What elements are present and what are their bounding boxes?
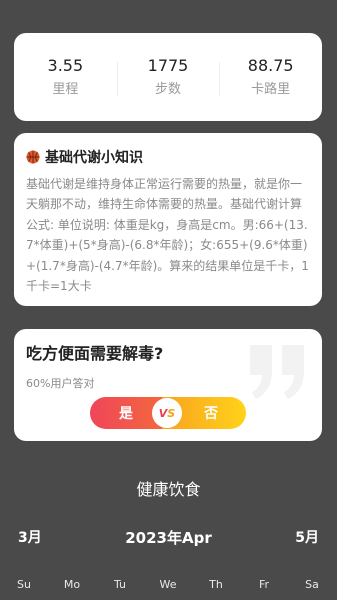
stat-steps: 1775 步数 bbox=[116, 56, 220, 98]
quote-icon bbox=[250, 345, 304, 399]
vs-badge: VS bbox=[152, 398, 182, 428]
vs-s: S bbox=[167, 406, 176, 420]
stat-value: 88.75 bbox=[247, 56, 294, 75]
stat-value: 3.55 bbox=[47, 56, 84, 75]
weekday-header: Su Mo Tu We Th Fr Sa bbox=[0, 578, 337, 592]
weekday-label: Sa bbox=[305, 578, 319, 591]
stat-label: 步数 bbox=[155, 82, 182, 97]
section-title: 健康饮食 bbox=[136, 480, 201, 499]
stat-value: 1775 bbox=[147, 56, 189, 75]
weekday-label: Fr bbox=[258, 578, 270, 591]
weekday-label: Th bbox=[209, 578, 223, 591]
stats-card: 3.55 里程 1775 步数 88.75 卡路里 bbox=[14, 33, 322, 121]
knowledge-header: 基础代谢小知识 bbox=[26, 147, 310, 167]
weekday-label: Tu bbox=[113, 578, 127, 591]
next-month-button[interactable]: 5月 bbox=[295, 527, 319, 547]
weekday-label: Su bbox=[17, 578, 31, 591]
basketball-icon bbox=[26, 150, 40, 164]
knowledge-card[interactable]: 基础代谢小知识 基础代谢是维持身体正常运行需要的热量，就是你一天躺那不动，维持生… bbox=[14, 133, 322, 306]
stat-calories: 88.75 卡路里 bbox=[219, 56, 322, 98]
vs-v: V bbox=[158, 406, 168, 420]
stat-distance: 3.55 里程 bbox=[14, 56, 117, 98]
vote-control: 是 否 VS bbox=[90, 397, 246, 429]
current-month-label: 2023年Apr bbox=[125, 529, 212, 547]
calendar-nav: 3月 2023年Apr 5月 bbox=[0, 527, 337, 547]
knowledge-body: 基础代谢是维持身体正常运行需要的热量，就是你一天躺那不动，维持生命体需要的热量。… bbox=[26, 177, 309, 294]
quiz-card: 吃方便面需要解毒? 60%用户答对 是 否 VS bbox=[14, 329, 322, 441]
weekday-label: Mo bbox=[63, 578, 81, 591]
knowledge-title: 基础代谢小知识 bbox=[45, 150, 143, 166]
stat-label: 里程 bbox=[52, 82, 79, 97]
weekday-label: We bbox=[159, 578, 177, 591]
stat-label: 卡路里 bbox=[251, 82, 291, 97]
